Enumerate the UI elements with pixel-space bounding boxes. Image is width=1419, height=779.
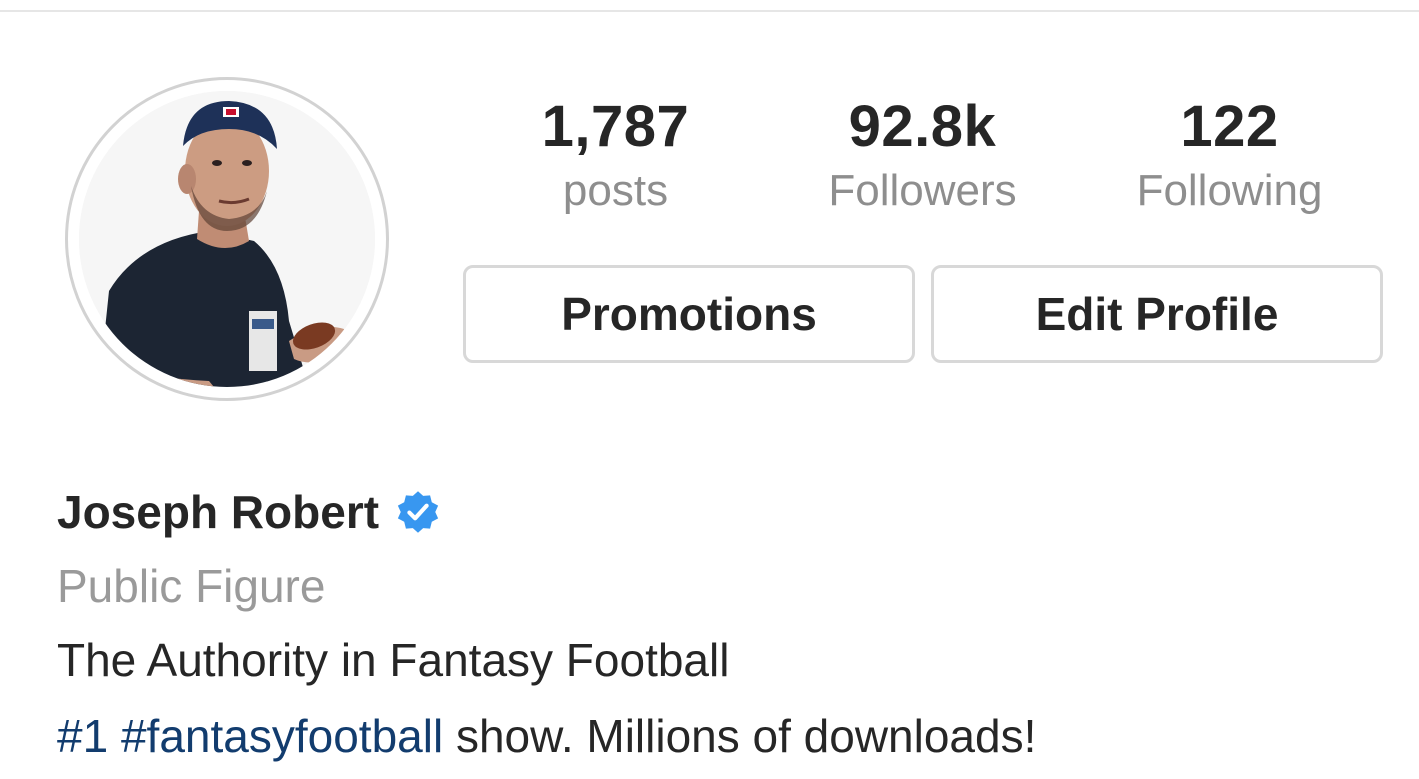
stat-posts[interactable]: 1,787 posts: [462, 92, 769, 220]
followers-count: 92.8k: [848, 94, 997, 159]
verified-badge-icon: [395, 489, 441, 535]
profile-photo: [79, 91, 375, 387]
profile-name-row: Joseph Robert: [57, 482, 441, 542]
followers-label: Followers: [828, 166, 1017, 215]
edit-profile-button[interactable]: Edit Profile: [931, 265, 1383, 363]
bio-line-2: #1 #fantasyfootball show. Millions of do…: [57, 706, 1036, 766]
profile-stats: 1,787 posts 92.8k Followers 122 Followin…: [462, 92, 1384, 220]
bio-line-2-text: show. Millions of downloads!: [443, 710, 1037, 762]
hashtag-link-1[interactable]: #1: [57, 710, 108, 762]
stat-followers[interactable]: 92.8k Followers: [769, 92, 1076, 220]
promotions-button[interactable]: Promotions: [463, 265, 915, 363]
bio-line-1: The Authority in Fantasy Football: [57, 634, 730, 686]
stat-following[interactable]: 122 Following: [1076, 92, 1383, 220]
top-divider: [0, 10, 1419, 12]
posts-count: 1,787: [541, 94, 690, 159]
profile-name: Joseph Robert: [57, 486, 380, 538]
posts-label: posts: [562, 166, 669, 215]
hashtag-link-fantasyfootball[interactable]: #fantasyfootball: [121, 710, 443, 762]
profile-page: 1,787 posts 92.8k Followers 122 Followin…: [0, 0, 1419, 779]
avatar[interactable]: [79, 91, 375, 387]
following-label: Following: [1136, 166, 1323, 215]
profile-category: Public Figure: [57, 560, 326, 612]
following-count: 122: [1180, 94, 1279, 159]
